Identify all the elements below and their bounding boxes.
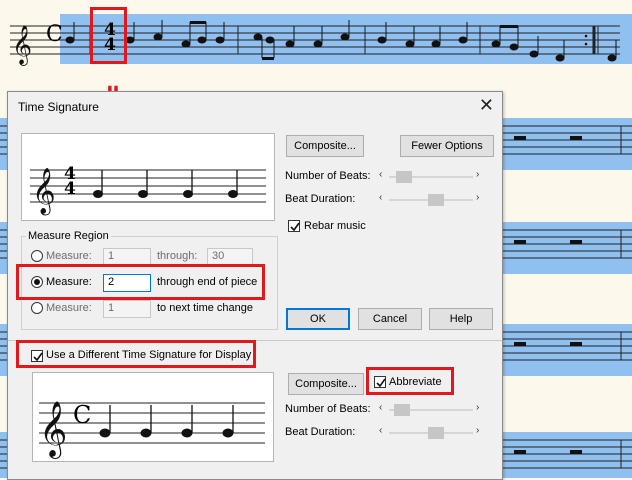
abbreviate-label: Abbreviate xyxy=(389,376,442,388)
time-signature-preview: 𝄞 4 4 xyxy=(21,133,275,221)
measure-range-radio[interactable] xyxy=(31,250,43,262)
display-beats-right-arrow[interactable]: › xyxy=(476,402,479,413)
fewer-options-button[interactable]: Fewer Options xyxy=(400,135,494,157)
display-duration-right-arrow[interactable]: › xyxy=(476,425,479,436)
display-beats-slider-thumb[interactable] xyxy=(394,404,410,416)
duration-right-arrow[interactable]: › xyxy=(476,192,479,203)
display-duration-slider-thumb[interactable] xyxy=(428,427,444,439)
through-label: through: xyxy=(157,250,198,262)
measure-through-field[interactable]: 30 xyxy=(207,248,253,266)
display-preview: 𝄞 C xyxy=(32,372,274,462)
display-duration-left-arrow[interactable]: ‹ xyxy=(379,425,382,436)
abbreviate-checkbox[interactable] xyxy=(374,376,386,388)
svg-text:𝄞: 𝄞 xyxy=(39,401,67,459)
through-end-label: through end of piece xyxy=(157,276,258,288)
ok-button[interactable]: OK xyxy=(286,308,350,330)
display-composite-button[interactable]: Composite... xyxy=(288,373,364,395)
beat-duration-label: Beat Duration: xyxy=(285,193,356,205)
preview-meter-bottom: 4 xyxy=(64,179,76,199)
rebar-label: Rebar music xyxy=(304,220,366,232)
rebar-checkbox[interactable] xyxy=(288,220,300,232)
duration-left-arrow[interactable]: ‹ xyxy=(379,192,382,203)
preview-staff: 𝄞 xyxy=(30,168,266,216)
use-different-display-label: Use a Different Time Signature for Displ… xyxy=(46,349,252,361)
dialog-title: Time Signature xyxy=(18,100,99,114)
measure-to-next-radio[interactable] xyxy=(31,302,43,314)
beats-slider-thumb[interactable] xyxy=(396,171,412,183)
measure-to-next-label: Measure: xyxy=(46,302,92,314)
display-common-time: C xyxy=(73,401,92,429)
measure-range-label: Measure: xyxy=(46,250,92,262)
measure-next-field[interactable]: 1 xyxy=(103,300,151,318)
display-beats-left-arrow[interactable]: ‹ xyxy=(379,402,382,413)
display-number-of-beats-label: Number of Beats: xyxy=(285,403,371,415)
duration-slider-thumb[interactable] xyxy=(428,194,444,206)
score-common-time: C xyxy=(46,22,63,47)
display-preview-staff: 𝄞 xyxy=(39,401,265,459)
display-beat-duration-label: Beat Duration: xyxy=(285,426,356,438)
measure-start-field[interactable]: 2 xyxy=(103,274,151,292)
next-time-change-label: to next time change xyxy=(157,302,254,314)
help-button[interactable]: Help xyxy=(429,308,493,330)
measure-from-field[interactable]: 1 xyxy=(103,248,151,266)
measure-to-end-label: Measure: xyxy=(46,276,92,288)
time-signature-dialog: Time Signature ✕ 𝄞 4 4 Composite... Fewe… xyxy=(7,91,503,480)
svg-text:𝄞: 𝄞 xyxy=(12,25,32,66)
score-meter-bottom[interactable]: 4 xyxy=(104,35,116,55)
svg-text:𝄞: 𝄞 xyxy=(32,168,56,216)
measure-region-label: Measure Region xyxy=(26,230,111,242)
composite-button[interactable]: Composite... xyxy=(286,135,364,157)
use-different-display-checkbox[interactable] xyxy=(31,350,43,362)
beats-right-arrow[interactable]: › xyxy=(476,169,479,180)
cancel-button[interactable]: Cancel xyxy=(358,308,422,330)
close-icon[interactable]: ✕ xyxy=(479,95,494,115)
beats-left-arrow[interactable]: ‹ xyxy=(379,169,382,180)
number-of-beats-label: Number of Beats: xyxy=(285,170,371,182)
measure-to-end-radio[interactable] xyxy=(31,276,43,288)
section-divider xyxy=(8,340,502,341)
